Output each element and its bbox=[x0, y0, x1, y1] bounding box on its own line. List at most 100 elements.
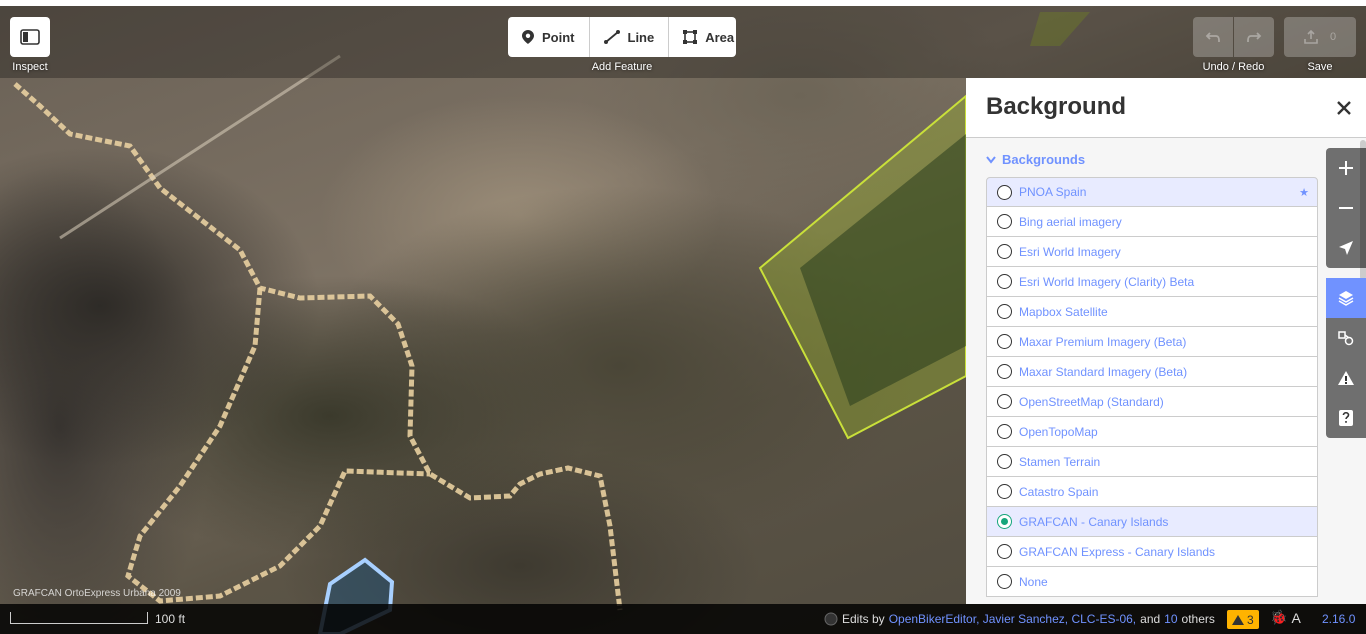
trail-branch bbox=[125, 287, 431, 604]
background-panel: Background Backgrounds PNOA Spain ★ Bing a… bbox=[966, 78, 1366, 604]
radio-button[interactable] bbox=[997, 334, 1012, 349]
background-item[interactable]: Esri World Imagery (Clarity) Beta bbox=[986, 267, 1318, 297]
background-item-label: Esri World Imagery (Clarity) Beta bbox=[1019, 274, 1195, 289]
warnings-count: 3 bbox=[1247, 612, 1254, 627]
radio-button[interactable] bbox=[997, 184, 1012, 200]
radio-button[interactable] bbox=[997, 574, 1012, 589]
background-item[interactable]: Catastro Spain bbox=[986, 477, 1318, 507]
help-pane-button[interactable] bbox=[1326, 398, 1366, 438]
radio-button[interactable] bbox=[997, 274, 1012, 289]
favorite-star-icon[interactable]: ★ bbox=[1299, 186, 1309, 199]
background-item[interactable]: None bbox=[986, 567, 1318, 597]
add-point-button[interactable]: Point bbox=[508, 17, 590, 57]
background-item-label: Stamen Terrain bbox=[1019, 454, 1101, 469]
background-item-label: OpenTopoMap bbox=[1019, 424, 1098, 439]
panel-title: Background bbox=[986, 93, 1127, 120]
background-item-label: OpenStreetMap (Standard) bbox=[1019, 394, 1164, 409]
inspect-button[interactable] bbox=[10, 17, 50, 57]
version-label[interactable]: 2.16.0 bbox=[1322, 612, 1355, 626]
chevron-down-icon bbox=[986, 155, 996, 164]
background-item[interactable]: OpenTopoMap bbox=[986, 417, 1318, 447]
background-item[interactable]: PNOA Spain ★ bbox=[986, 177, 1318, 207]
scale-label: 100 ft bbox=[155, 612, 186, 626]
background-item[interactable]: OpenStreetMap (Standard) bbox=[986, 387, 1318, 417]
save-label: Save bbox=[1307, 61, 1333, 73]
geolocate-button[interactable] bbox=[1326, 228, 1366, 268]
background-item-label: Maxar Standard Imagery (Beta) bbox=[1019, 364, 1188, 379]
line-icon bbox=[603, 30, 620, 44]
edits-prefix: Edits by bbox=[842, 612, 885, 626]
save-button[interactable]: 0 bbox=[1284, 17, 1356, 57]
point-icon bbox=[522, 30, 534, 44]
plus-icon bbox=[1339, 161, 1353, 175]
background-item[interactable]: Maxar Standard Imagery (Beta) bbox=[986, 357, 1318, 387]
radio-button[interactable] bbox=[997, 364, 1012, 379]
add-feature-group: Point Line Area bbox=[508, 17, 736, 57]
radio-button[interactable] bbox=[997, 244, 1012, 259]
radio-button[interactable] bbox=[997, 484, 1012, 499]
faint-track bbox=[59, 54, 341, 240]
area-icon bbox=[683, 30, 698, 44]
map-controls bbox=[1326, 148, 1366, 268]
radio-button[interactable] bbox=[997, 454, 1012, 469]
add-feature-label: Add Feature bbox=[591, 61, 653, 73]
radio-button[interactable] bbox=[997, 304, 1012, 319]
background-item[interactable]: GRAFCAN - Canary Islands bbox=[986, 507, 1318, 537]
editors-link[interactable]: OpenBikerEditor, Javier Sanchez, CLC-ES-… bbox=[889, 612, 1136, 626]
background-item[interactable]: GRAFCAN Express - Canary Islands bbox=[986, 537, 1318, 567]
background-item-label: PNOA Spain bbox=[1019, 185, 1087, 199]
others-word: others bbox=[1181, 612, 1215, 626]
background-item[interactable]: Mapbox Satellite bbox=[986, 297, 1318, 327]
footer-bar: 100 ft Edits by OpenBikerEditor, Javier … bbox=[0, 604, 1366, 634]
language-icon[interactable]: A bbox=[1291, 610, 1300, 626]
radio-button[interactable] bbox=[997, 514, 1012, 529]
radio-button[interactable] bbox=[997, 544, 1012, 559]
panel-controls bbox=[1326, 278, 1366, 438]
layers-icon bbox=[1338, 291, 1354, 306]
background-item[interactable]: Bing aerial imagery bbox=[986, 207, 1318, 237]
background-item[interactable]: Esri World Imagery bbox=[986, 237, 1318, 267]
bug-icon[interactable]: 🐞 bbox=[1270, 609, 1287, 626]
zoom-out-button[interactable] bbox=[1326, 188, 1366, 228]
radio-button[interactable] bbox=[997, 394, 1012, 409]
footer-tools: 🐞 A bbox=[1270, 609, 1301, 626]
area-label: Area bbox=[705, 29, 735, 45]
background-item-label: Esri World Imagery bbox=[1019, 244, 1121, 259]
add-area-button[interactable]: Area bbox=[669, 17, 748, 57]
background-pane-button[interactable] bbox=[1326, 278, 1366, 318]
backgrounds-section-toggle[interactable]: Backgrounds bbox=[986, 152, 1085, 167]
map-data-pane-button[interactable] bbox=[1326, 318, 1366, 358]
others-count-link[interactable]: 10 bbox=[1164, 612, 1177, 626]
zoom-in-button[interactable] bbox=[1326, 148, 1366, 188]
background-item-label: GRAFCAN Express - Canary Islands bbox=[1019, 544, 1216, 559]
history-icon bbox=[824, 612, 838, 626]
undo-icon bbox=[1205, 32, 1220, 42]
redo-button[interactable] bbox=[1234, 17, 1274, 57]
help-icon bbox=[1339, 410, 1353, 426]
imagery-attribution: GRAFCAN OrtoExpress Urbana 2009 bbox=[13, 588, 181, 599]
undo-button[interactable] bbox=[1193, 17, 1233, 57]
close-button[interactable] bbox=[1332, 96, 1356, 120]
inspect-label: Inspect bbox=[12, 61, 48, 73]
edit-attribution: Edits by OpenBikerEditor, Javier Sanchez… bbox=[824, 612, 1215, 626]
background-item[interactable]: Stamen Terrain bbox=[986, 447, 1318, 477]
and-word: and bbox=[1140, 612, 1161, 626]
section-title: Backgrounds bbox=[1002, 152, 1086, 167]
line-label: Line bbox=[627, 29, 655, 45]
upload-icon bbox=[1304, 30, 1318, 44]
scale-bar[interactable] bbox=[10, 612, 148, 624]
issues-pane-button[interactable] bbox=[1326, 358, 1366, 398]
save-count: 0 bbox=[1329, 31, 1337, 43]
warning-icon bbox=[1232, 614, 1244, 625]
radio-button[interactable] bbox=[997, 424, 1012, 439]
minus-icon bbox=[1339, 207, 1353, 209]
redo-icon bbox=[1247, 32, 1262, 42]
background-list: PNOA Spain ★ Bing aerial imagery Esri World… bbox=[986, 177, 1318, 597]
undo-redo-label: Undo / Redo bbox=[1202, 61, 1265, 73]
add-line-button[interactable]: Line bbox=[590, 17, 670, 57]
map-data-icon bbox=[1338, 331, 1354, 346]
background-item-label: Catastro Spain bbox=[1019, 484, 1099, 499]
radio-button[interactable] bbox=[997, 214, 1012, 229]
background-item[interactable]: Maxar Premium Imagery (Beta) bbox=[986, 327, 1318, 357]
warnings-badge[interactable]: 3 bbox=[1227, 610, 1259, 629]
